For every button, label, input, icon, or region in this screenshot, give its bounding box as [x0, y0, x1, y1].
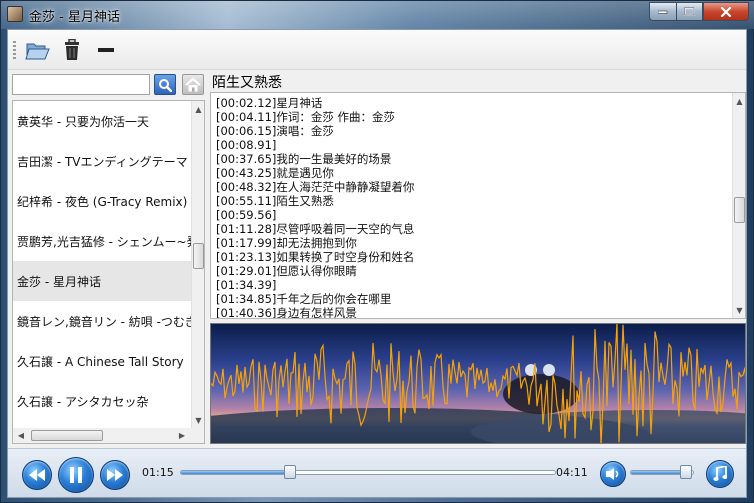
- minimize-button[interactable]: [649, 2, 676, 21]
- caption-buttons: [649, 2, 749, 21]
- playlist-vertical-scrollbar[interactable]: ▲ ▼: [191, 101, 204, 428]
- title-bar[interactable]: 金莎 - 星月神话: [1, 1, 754, 29]
- volume-level: [631, 471, 686, 474]
- trash-icon: [65, 39, 79, 60]
- music-note-icon: [713, 466, 727, 481]
- lyric-line: [01:40.36]身边有怎样风景: [216, 306, 357, 319]
- lyric-line: [00:48.32]在人海茫茫中静静凝望着你: [216, 180, 415, 194]
- pause-icon: [70, 467, 82, 483]
- minimize-icon: [658, 10, 668, 14]
- pause-button[interactable]: [58, 457, 94, 493]
- close-icon: [720, 6, 732, 17]
- playlist-item[interactable]: 纪梓希 - 夜色 (G-Tracy Remix): [13, 181, 191, 221]
- lyric-line: [00:08.91]: [216, 138, 277, 152]
- search-button[interactable]: [154, 74, 176, 95]
- search-input[interactable]: [12, 74, 150, 95]
- seek-bar-handle[interactable]: [284, 465, 297, 479]
- mute-button[interactable]: [600, 461, 626, 487]
- lyric-line: [00:02.12]星月神话: [216, 96, 323, 110]
- scroll-thumb[interactable]: [734, 197, 745, 223]
- playlist-item[interactable]: 久石譲 - アシタカセッ杂: [13, 381, 191, 421]
- seek-bar-progress: [181, 471, 291, 474]
- lyric-line: [00:37.65]我的一生最美好的场景: [216, 152, 392, 166]
- playlist-item[interactable]: 黄英华 - 只要为你活一天: [13, 101, 191, 141]
- waveform: [211, 324, 745, 443]
- window-title: 金莎 - 星月神话: [29, 10, 120, 25]
- rewind-icon: [29, 469, 45, 481]
- volume-slider-handle[interactable]: [680, 465, 693, 479]
- lyrics-panel[interactable]: [00:02.12]星月神话 [00:04.11]作词：金莎 作曲：金莎 [00…: [210, 92, 746, 319]
- elapsed-time: 01:15: [142, 466, 174, 479]
- minus-icon: [98, 48, 114, 52]
- toolbar-grip[interactable]: [13, 41, 16, 59]
- playlist-item[interactable]: 吉田潔 - TVエンディングテーマ: [13, 141, 191, 181]
- playlist-item-selected[interactable]: 金莎 - 星月神话: [13, 261, 191, 301]
- waveform-line: [211, 324, 745, 443]
- lyric-line: [00:06.15]演唱：金莎: [216, 124, 334, 138]
- player-controls: 01:15 04:11: [8, 448, 746, 497]
- search-icon: [159, 78, 172, 92]
- lyric-line: [00:55.11]陌生又熟悉: [216, 194, 334, 208]
- duration-time: 04:11: [556, 466, 588, 479]
- lyric-line: [01:34.39]: [216, 278, 277, 292]
- lyric-line: [01:34.85]千年之后的你会在哪里: [216, 292, 392, 306]
- lyric-line: [01:23.13]如果转换了时空身份和姓名: [216, 250, 415, 264]
- playlist-horizontal-scrollbar[interactable]: ◀ ▶: [12, 428, 205, 444]
- home-button[interactable]: [182, 74, 204, 95]
- search-row: [12, 74, 204, 96]
- close-button[interactable]: [703, 2, 749, 21]
- lyric-line: [01:29.01]但愿认得你眼睛: [216, 264, 357, 278]
- remove-button[interactable]: [92, 36, 120, 64]
- seek-bar[interactable]: [180, 470, 556, 475]
- playlist-item[interactable]: 鏡音レン,鏡音リン - 紡唄 -つむぎ: [13, 301, 191, 341]
- playlist-mode-button[interactable]: [706, 460, 734, 488]
- lyric-line: [00:59.56]: [216, 208, 277, 222]
- delete-button[interactable]: [58, 36, 86, 64]
- maximize-icon: [684, 7, 695, 16]
- now-playing-title: 陌生又熟悉: [212, 75, 282, 91]
- lyric-line: [00:04.11]作词：金莎 作曲：金莎: [216, 110, 396, 124]
- lyric-line: [01:17.99]却无法拥抱到你: [216, 236, 357, 250]
- playlist-item[interactable]: 久石譲 - A Chinese Tall Story: [13, 341, 191, 381]
- playlist[interactable]: 黄英华 - 只要为你活一天 吉田潔 - TVエンディングテーマ 纪梓希 - 夜色…: [12, 100, 205, 444]
- scroll-down-arrow-icon[interactable]: ▼: [192, 412, 204, 428]
- scroll-up-arrow-icon[interactable]: ▲: [733, 93, 745, 109]
- app-icon: [7, 6, 23, 22]
- scroll-down-arrow-icon[interactable]: ▼: [733, 302, 745, 318]
- scroll-up-arrow-icon[interactable]: ▲: [192, 101, 204, 117]
- scroll-right-arrow-icon[interactable]: ▶: [174, 428, 190, 443]
- visualizer: [210, 323, 746, 444]
- lyric-line: [00:43.25]就是遇见你: [216, 166, 334, 180]
- next-button[interactable]: [100, 460, 130, 490]
- playlist-item[interactable]: 贾鹏芳,光吉猛修 - シェンムー~発: [13, 221, 191, 261]
- client-area: 黄英华 - 只要为你活一天 吉田潔 - TVエンディングテーマ 纪梓希 - 夜色…: [7, 29, 747, 498]
- horizontal-scroll-thumb[interactable]: [31, 430, 103, 441]
- lyric-line: [01:11.28]尽管呼吸着同一天空的气息: [216, 222, 415, 236]
- open-file-button[interactable]: [24, 36, 52, 64]
- maximize-button[interactable]: [676, 2, 703, 21]
- toolbar: [8, 30, 746, 70]
- speaker-icon: [606, 468, 619, 480]
- scroll-left-arrow-icon[interactable]: ◀: [13, 428, 29, 443]
- app-window: 金莎 - 星月神话 黄英华 - 只要为你活一天 吉田潔 - TVエンディングテー…: [0, 0, 754, 503]
- folder-open-icon: [25, 43, 50, 60]
- fast-forward-icon: [107, 469, 123, 481]
- previous-button[interactable]: [22, 460, 52, 490]
- scroll-thumb[interactable]: [193, 243, 204, 269]
- lyrics-vertical-scrollbar[interactable]: ▲ ▼: [732, 93, 745, 318]
- home-icon: [185, 77, 201, 91]
